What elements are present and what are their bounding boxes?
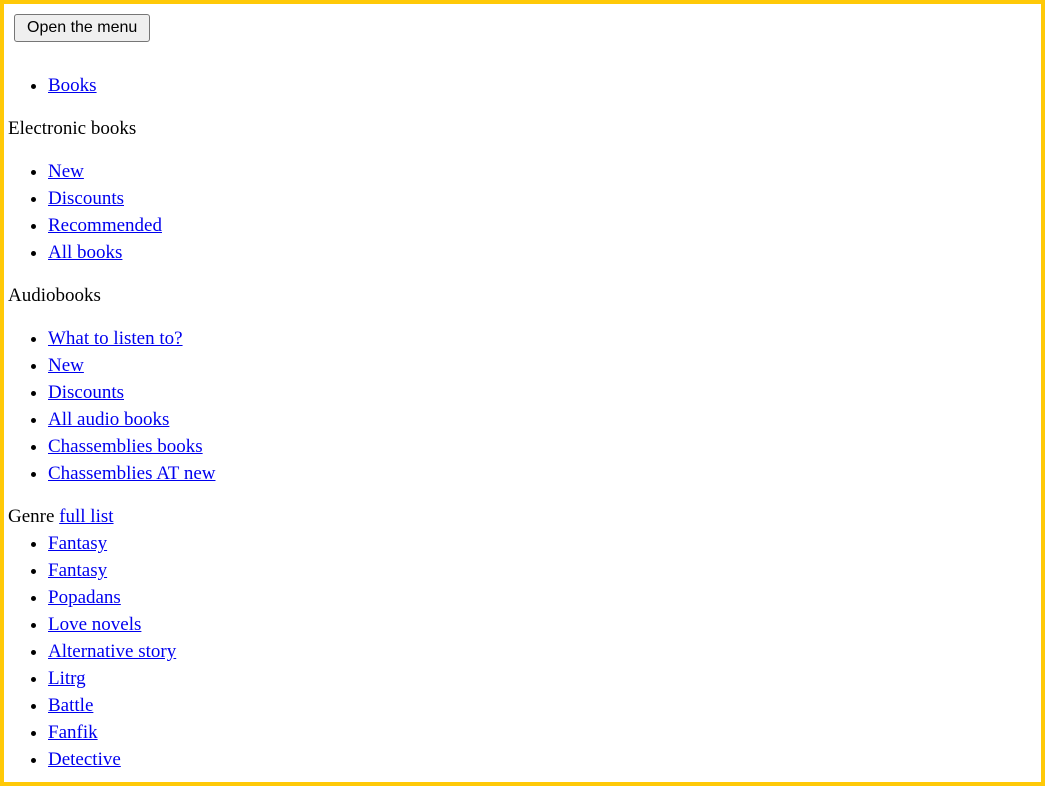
menu-document: Books Electronic books New Discounts Rec… bbox=[8, 56, 1041, 773]
audiobooks-list: What to listen to? New Discounts All aud… bbox=[8, 325, 1041, 487]
list-item: What to listen to? bbox=[48, 325, 1041, 352]
link-fantasy-2[interactable]: Fantasy bbox=[48, 560, 107, 581]
list-item: Chassemblies AT new bbox=[48, 460, 1041, 487]
list-item: All audio books bbox=[48, 406, 1041, 433]
link-love-novels[interactable]: Love novels bbox=[48, 614, 141, 635]
page-frame: Open the menu Books Electronic books New… bbox=[0, 0, 1045, 786]
link-chassemblies-at-new[interactable]: Chassemblies AT new bbox=[48, 463, 215, 484]
section-heading-electronic-books: Electronic books bbox=[8, 118, 137, 139]
electronic-books-list: New Discounts Recommended All books bbox=[8, 158, 1041, 266]
genre-line: Genre full list bbox=[8, 503, 1041, 530]
link-fantasy-1[interactable]: Fantasy bbox=[48, 533, 107, 554]
link-new-audio[interactable]: New bbox=[48, 355, 84, 376]
list-item: Love novels bbox=[48, 611, 1041, 638]
list-item: Discounts bbox=[48, 379, 1041, 406]
list-item: New bbox=[48, 158, 1041, 185]
link-alternative-story[interactable]: Alternative story bbox=[48, 641, 176, 662]
link-discounts[interactable]: Discounts bbox=[48, 188, 124, 209]
link-litrg[interactable]: Litrg bbox=[48, 668, 86, 689]
section-heading-audiobooks: Audiobooks bbox=[8, 285, 101, 306]
link-battle[interactable]: Battle bbox=[48, 695, 93, 716]
list-item: Popadans bbox=[48, 584, 1041, 611]
menu-root-list: Books bbox=[8, 72, 1041, 99]
link-recommended[interactable]: Recommended bbox=[48, 215, 162, 236]
link-all-books[interactable]: All books bbox=[48, 242, 122, 263]
list-item: Detective bbox=[48, 746, 1041, 773]
list-item: New bbox=[48, 352, 1041, 379]
open-menu-button[interactable]: Open the menu bbox=[14, 14, 151, 42]
list-item: Recommended bbox=[48, 212, 1041, 239]
link-all-audio-books[interactable]: All audio books bbox=[48, 409, 169, 430]
list-item: Fanfik bbox=[48, 719, 1041, 746]
list-item: Battle bbox=[48, 692, 1041, 719]
list-item: Chassemblies books bbox=[48, 433, 1041, 460]
link-books[interactable]: Books bbox=[48, 75, 97, 96]
page-content: Open the menu Books Electronic books New… bbox=[8, 8, 1041, 782]
list-item: Fantasy bbox=[48, 557, 1041, 584]
list-item: Fantasy bbox=[48, 530, 1041, 557]
list-item: Discounts bbox=[48, 185, 1041, 212]
link-new[interactable]: New bbox=[48, 161, 84, 182]
genre-label: Genre bbox=[8, 506, 55, 527]
list-item-books: Books bbox=[48, 72, 1041, 99]
link-chassemblies-books[interactable]: Chassemblies books bbox=[48, 436, 203, 457]
link-fanfik[interactable]: Fanfik bbox=[48, 722, 98, 743]
link-popadans[interactable]: Popadans bbox=[48, 587, 121, 608]
list-item: All books bbox=[48, 239, 1041, 266]
list-item: Alternative story bbox=[48, 638, 1041, 665]
link-detective[interactable]: Detective bbox=[48, 749, 121, 770]
link-genre-full-list[interactable]: full list bbox=[59, 506, 113, 527]
link-what-to-listen-to[interactable]: What to listen to? bbox=[48, 328, 183, 349]
link-discounts-audio[interactable]: Discounts bbox=[48, 382, 124, 403]
list-item: Litrg bbox=[48, 665, 1041, 692]
genre-list: Fantasy Fantasy Popadans Love novels Alt… bbox=[8, 530, 1041, 773]
